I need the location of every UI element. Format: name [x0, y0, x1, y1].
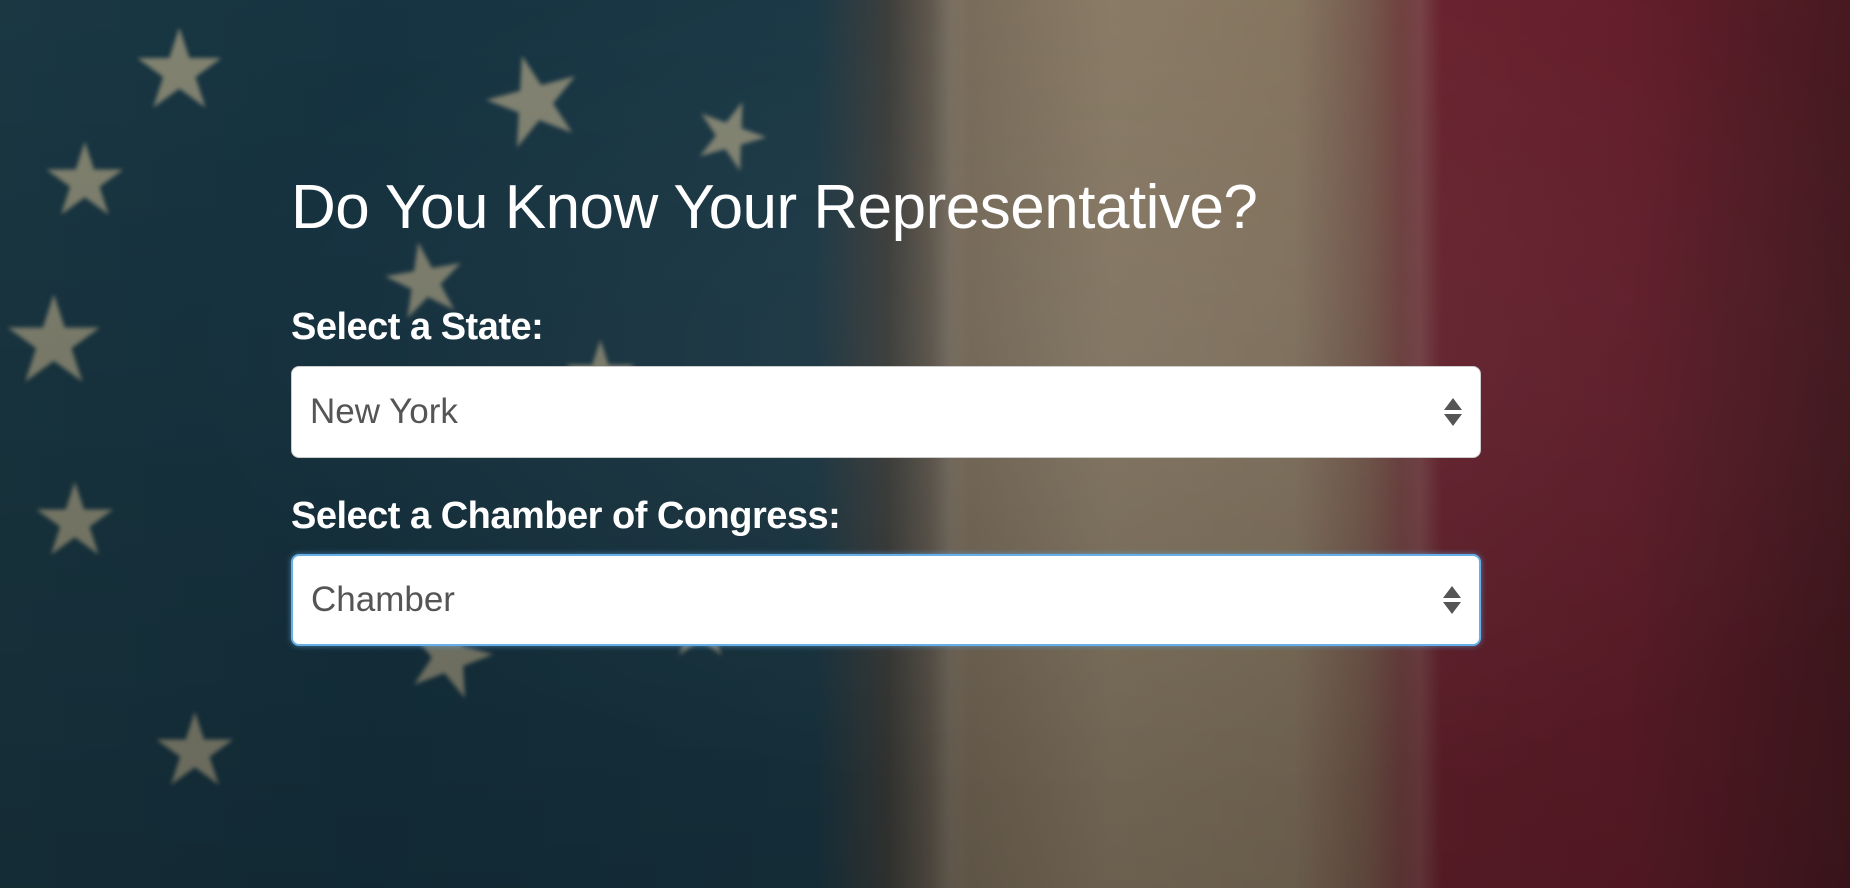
select-arrows-icon	[1444, 398, 1462, 426]
page-title: Do You Know Your Representative?	[291, 173, 1258, 242]
select-arrows-icon	[1443, 586, 1461, 614]
page: ★ ★ ★ ★ ★ ★ ★ ★ ★ ★ ★ Do You Know Your R…	[0, 0, 1850, 888]
state-select[interactable]: New York	[291, 366, 1481, 458]
chamber-select-value: Chamber	[311, 580, 455, 619]
chamber-label: Select a Chamber of Congress:	[291, 495, 841, 537]
chamber-select[interactable]: Chamber	[291, 554, 1481, 646]
state-select-value: New York	[310, 392, 458, 431]
state-label: Select a State:	[291, 306, 544, 348]
